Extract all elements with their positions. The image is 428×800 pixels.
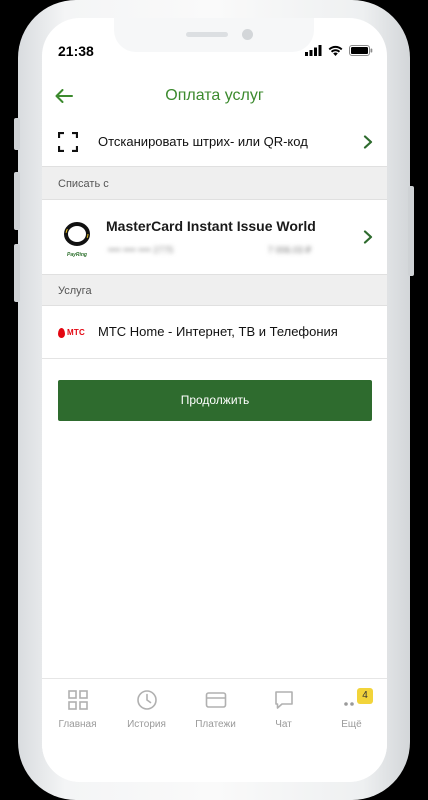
mts-egg-icon [58, 327, 65, 338]
chat-icon [275, 691, 293, 709]
app-screen: 21:38 Оплата услуг Отсканировать штрих- … [42, 18, 387, 782]
notch [114, 18, 314, 52]
payring-ring-icon [64, 222, 90, 246]
payring-logo: PayRing [62, 222, 92, 258]
scan-frame-icon [58, 132, 78, 152]
notification-badge: 4 [357, 688, 373, 704]
scan-code-label: Отсканировать штрих- или QR-код [98, 134, 308, 149]
card-number: •••• •••• •••• 2775 [108, 245, 174, 255]
wifi-icon [328, 45, 343, 56]
tab-history-label: История [127, 719, 166, 730]
service-row[interactable]: МТС МТС Home - Интернет, ТВ и Телефония [42, 306, 387, 358]
page-title: Оплата услуг [165, 87, 264, 104]
mts-logo: МТС [58, 326, 85, 339]
chevron-right-icon [363, 135, 373, 149]
card-icon [205, 692, 227, 708]
tab-bar: Главная История Платежи Чат 4 Ещё [42, 678, 387, 782]
tab-chat-label: Чат [275, 719, 292, 730]
debit-section-header: Списать с [42, 166, 387, 200]
tab-home-label: Главная [58, 719, 97, 730]
status-time: 21:38 [58, 43, 94, 59]
continue-button[interactable]: Продолжить [58, 380, 372, 421]
debit-section-label: Списать с [58, 178, 109, 190]
tab-payments[interactable]: Платежи [181, 679, 250, 747]
source-card-row[interactable]: PayRing MasterCard Instant Issue World •… [42, 200, 387, 274]
signal-icon [305, 44, 322, 56]
mts-logo-text: МТС [67, 328, 85, 337]
volume-down-button [14, 244, 20, 302]
card-name: MasterCard Instant Issue World [106, 218, 316, 234]
tab-history[interactable]: История [112, 679, 181, 747]
tab-chat[interactable]: Чат [249, 679, 318, 747]
service-name: МТС Home - Интернет, ТВ и Телефония [98, 324, 338, 339]
volume-up-button [14, 172, 20, 230]
service-divider [42, 358, 387, 359]
power-button [408, 186, 414, 276]
chevron-right-icon [363, 230, 373, 244]
service-section-header: Услуга [42, 274, 387, 306]
payring-logo-text: PayRing [66, 252, 87, 258]
battery-icon [349, 44, 373, 56]
app-header: Оплата услуг [42, 76, 387, 118]
grid-icon [68, 690, 88, 710]
scan-code-row[interactable]: Отсканировать штрих- или QR-код [42, 118, 387, 166]
status-icons [305, 44, 373, 56]
tab-home[interactable]: Главная [43, 679, 112, 747]
tab-more-label: Ещё [341, 719, 362, 730]
clock-icon [137, 690, 157, 710]
card-balance: 7 006.03 ₽ [268, 245, 312, 255]
speaker-grille [186, 32, 228, 37]
service-section-label: Услуга [58, 285, 92, 297]
mute-switch [14, 118, 20, 150]
tab-more[interactable]: 4 Ещё [317, 679, 386, 747]
status-bar: 21:38 [42, 18, 387, 62]
front-camera [242, 29, 253, 40]
tab-payments-label: Платежи [195, 719, 236, 730]
